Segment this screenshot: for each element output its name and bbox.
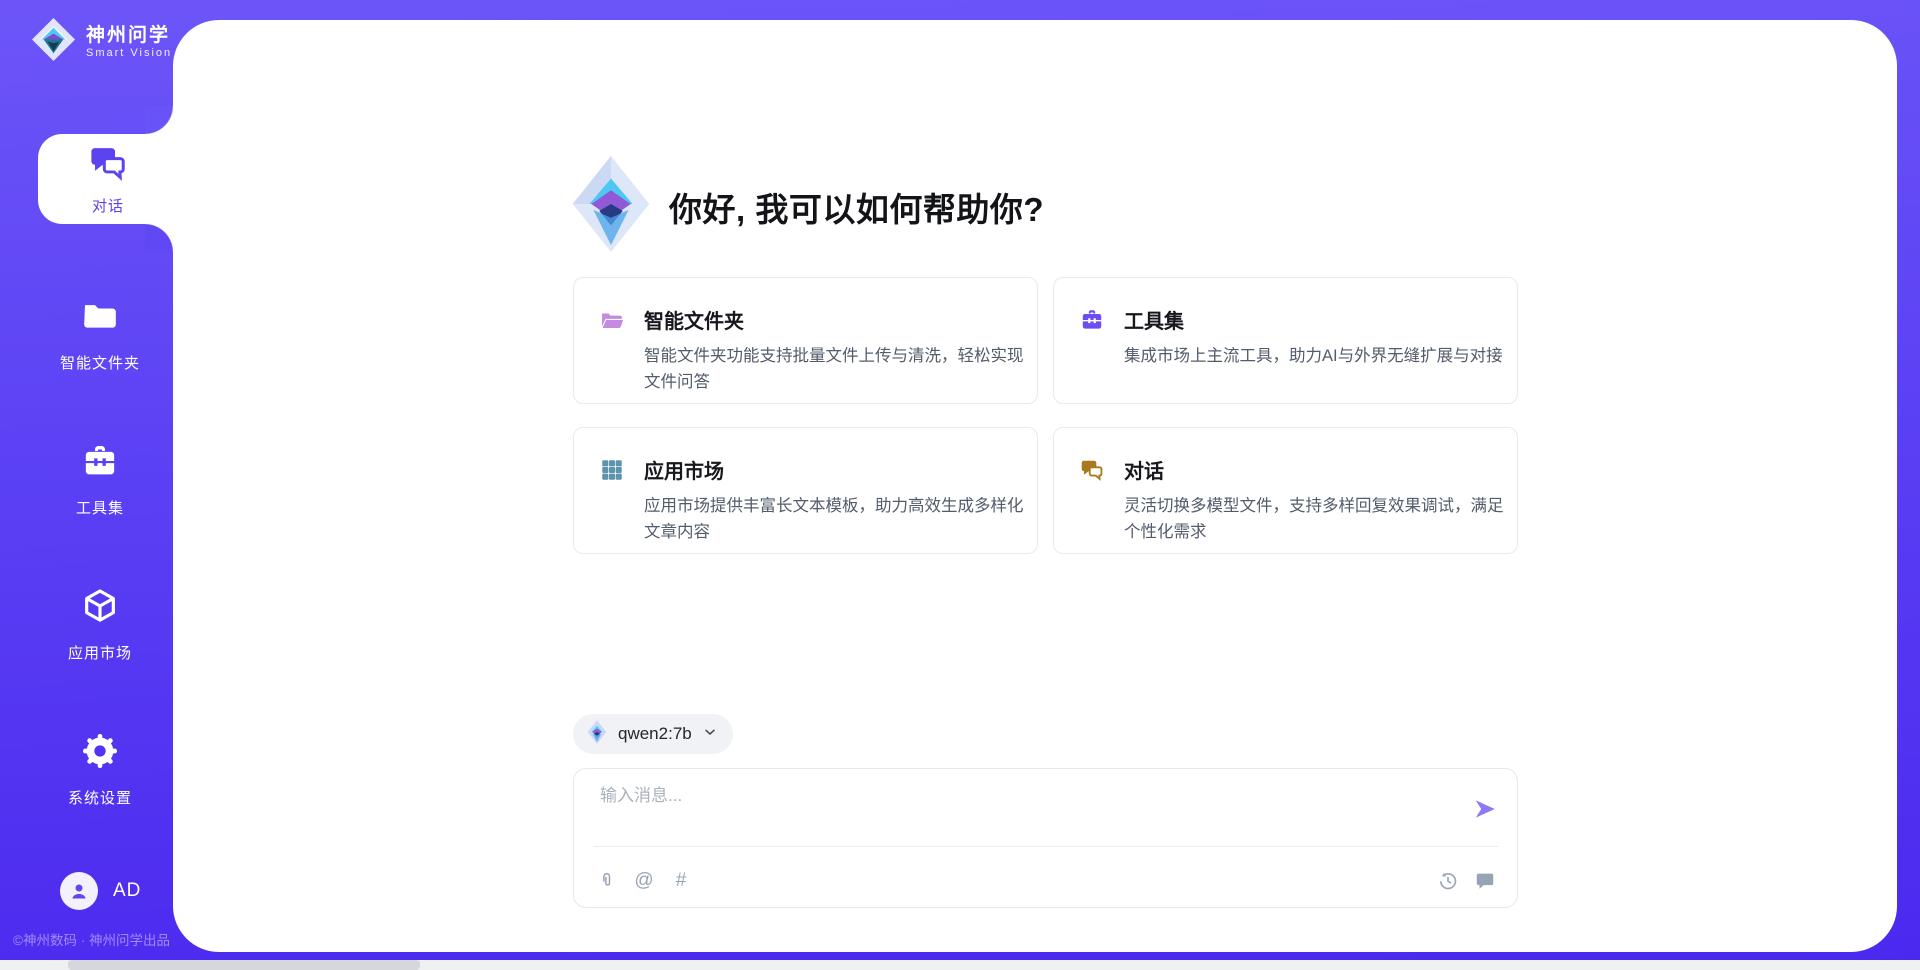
hashtag-button[interactable]: # — [670, 870, 692, 892]
sidebar-item-label: 应用市场 — [68, 642, 132, 663]
composer-divider — [593, 846, 1498, 847]
chevron-down-icon — [702, 724, 718, 745]
card-app-market[interactable]: 应用市场 应用市场提供丰富长文本模板，助力高效生成多样化文章内容 — [573, 427, 1038, 554]
folder-open-icon — [599, 307, 625, 333]
brand-name: 神州问学 — [86, 25, 172, 47]
brand-diamond-icon — [30, 16, 77, 68]
sidebar-item-label: 工具集 — [76, 497, 124, 518]
chat-bubble-icon — [1474, 870, 1496, 892]
card-description: 应用市场提供丰富长文本模板，助力高效生成多样化文章内容 — [644, 493, 1027, 545]
composer-tools-left: @ # — [596, 870, 692, 892]
grid-icon — [599, 457, 625, 483]
greeting-title: 你好, 我可以如何帮助你? — [669, 183, 1044, 231]
mention-button[interactable]: @ — [633, 870, 655, 892]
feature-cards: 智能文件夹 智能文件夹功能支持批量文件上传与清洗，轻松实现文件问答 工具集 集成… — [573, 277, 1518, 554]
horizontal-scrollbar[interactable] — [0, 960, 1920, 970]
card-description: 智能文件夹功能支持批量文件上传与清洗，轻松实现文件问答 — [644, 343, 1027, 395]
chat-icon — [1079, 457, 1105, 483]
chat-icon — [87, 142, 129, 189]
briefcase-icon — [80, 441, 120, 486]
sidebar-item-label: 对话 — [92, 195, 124, 216]
chat-bubble-button[interactable] — [1474, 870, 1496, 892]
sidebar-item-app-market[interactable]: 应用市场 — [14, 586, 186, 663]
copyright-text: ©神州数码 · 神州问学出品 — [13, 929, 170, 949]
message-composer: @ # — [573, 768, 1518, 908]
card-toolset[interactable]: 工具集 集成市场上主流工具，助力AI与外界无缝扩展与对接 — [1053, 277, 1518, 404]
card-title: 工具集 — [1124, 305, 1503, 334]
folder-icon — [80, 296, 120, 341]
model-diamond-icon — [586, 720, 608, 749]
at-icon: @ — [634, 870, 653, 892]
user-name: AD — [113, 880, 141, 902]
send-button[interactable] — [1472, 796, 1498, 822]
sidebar-item-chat[interactable]: 对话 — [38, 134, 178, 224]
briefcase-icon — [1079, 307, 1105, 333]
model-selector[interactable]: qwen2:7b — [573, 714, 733, 754]
card-title: 应用市场 — [644, 455, 1027, 484]
person-icon — [67, 879, 91, 903]
app-logo-diamond-icon — [571, 155, 651, 258]
sidebar-item-toolset[interactable]: 工具集 — [14, 441, 186, 518]
card-smart-folder[interactable]: 智能文件夹 智能文件夹功能支持批量文件上传与清洗，轻松实现文件问答 — [573, 277, 1038, 404]
composer-tools-right — [1437, 870, 1496, 892]
user-profile[interactable]: AD — [60, 872, 141, 910]
hash-icon: # — [676, 870, 687, 892]
paperclip-icon — [597, 870, 617, 892]
history-icon — [1437, 870, 1459, 892]
greeting-block: 你好, 我可以如何帮助你? — [571, 155, 1044, 258]
sidebar-item-smart-folder[interactable]: 智能文件夹 — [14, 296, 186, 373]
scrollbar-thumb[interactable] — [68, 960, 420, 970]
sidebar-item-label: 智能文件夹 — [60, 352, 140, 373]
cube-icon — [80, 586, 120, 631]
sidebar-item-label: 系统设置 — [68, 787, 132, 808]
avatar[interactable] — [60, 872, 98, 910]
message-input[interactable] — [598, 785, 1453, 807]
gear-icon — [80, 731, 120, 776]
brand-subtitle: Smart Vision — [86, 47, 172, 60]
card-description: 集成市场上主流工具，助力AI与外界无缝扩展与对接 — [1124, 343, 1503, 369]
attachment-button[interactable] — [596, 870, 618, 892]
card-description: 灵活切换多模型文件，支持多样回复效果调试，满足个性化需求 — [1124, 493, 1507, 545]
card-chat[interactable]: 对话 灵活切换多模型文件，支持多样回复效果调试，满足个性化需求 — [1053, 427, 1518, 554]
sidebar-item-settings[interactable]: 系统设置 — [14, 731, 186, 808]
send-icon — [1472, 796, 1498, 822]
brand-logo-block: 神州问学 Smart Vision — [30, 16, 172, 68]
history-button[interactable] — [1437, 870, 1459, 892]
card-title: 智能文件夹 — [644, 305, 1027, 334]
model-name: qwen2:7b — [618, 724, 692, 744]
card-title: 对话 — [1124, 455, 1507, 484]
